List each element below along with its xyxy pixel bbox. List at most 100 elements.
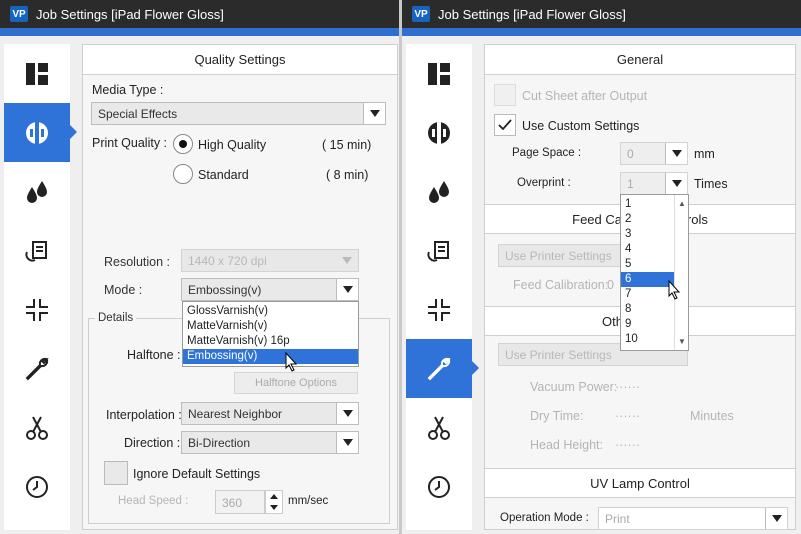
overprint-label: Overprint : bbox=[517, 177, 571, 189]
layout-icon bbox=[26, 62, 48, 85]
operation-mode-value: Print bbox=[605, 511, 630, 526]
dry-time-value: ······ bbox=[615, 409, 640, 423]
head-speed-stepper[interactable] bbox=[265, 490, 283, 514]
standard-label: Standard bbox=[198, 168, 249, 182]
app-logo-icon: VP bbox=[10, 6, 28, 22]
arrow-up-icon bbox=[270, 494, 278, 499]
scissors-icon bbox=[26, 416, 48, 440]
interpolation-value: Nearest Neighbor bbox=[188, 406, 283, 421]
nav-scale[interactable] bbox=[4, 280, 70, 339]
scale-icon bbox=[428, 298, 450, 321]
standard-time: ( 8 min) bbox=[326, 168, 369, 182]
use-custom-checkbox[interactable] bbox=[494, 114, 516, 136]
mode-option[interactable]: MatteVarnish(v) bbox=[183, 319, 358, 334]
nav-layout[interactable] bbox=[4, 44, 70, 103]
dry-time-label: Dry Time: bbox=[530, 409, 584, 423]
feed-use-printer-value: Use Printer Settings bbox=[505, 248, 612, 263]
feed-section-title-right: rols bbox=[686, 211, 708, 227]
arrow-down-icon bbox=[270, 505, 278, 510]
media-type-label: Media Type : bbox=[92, 83, 164, 97]
direction-select[interactable]: Bi-Direction bbox=[181, 431, 359, 454]
head-height-label: Head Height: bbox=[530, 438, 603, 452]
title-bar: VP Job Settings [iPad Flower Gloss] bbox=[402, 0, 801, 28]
scissors-icon bbox=[428, 416, 450, 440]
interpolation-label: Interpolation : bbox=[106, 408, 182, 422]
nav-schedule[interactable] bbox=[4, 457, 70, 516]
interpolation-select[interactable]: Nearest Neighbor bbox=[181, 402, 359, 425]
mouse-cursor-icon bbox=[285, 352, 298, 372]
nav-cut[interactable] bbox=[4, 398, 70, 457]
overprint-select[interactable]: 1 bbox=[620, 172, 688, 195]
ignore-default-label: Ignore Default Settings bbox=[133, 467, 261, 481]
head-speed-label: Head Speed : bbox=[118, 495, 189, 507]
dry-time-unit: Minutes bbox=[690, 409, 734, 423]
accent-bar bbox=[0, 28, 399, 36]
mode-option[interactable]: MatteVarnish(v) 16p bbox=[183, 334, 358, 349]
page-space-label: Page Space : bbox=[512, 147, 582, 159]
wrench-icon bbox=[25, 357, 49, 380]
resolution-label: Resolution : bbox=[104, 255, 171, 269]
direction-label: Direction : bbox=[124, 436, 181, 450]
accent-bar bbox=[402, 28, 801, 36]
window-title: Job Settings [iPad Flower Gloss] bbox=[438, 6, 626, 22]
page-space-select[interactable]: 0 bbox=[620, 142, 688, 165]
nav-maintenance[interactable] bbox=[4, 339, 70, 398]
cut-sheet-checkbox[interactable] bbox=[494, 84, 516, 106]
nav-quality[interactable] bbox=[4, 103, 77, 162]
head-speed-input[interactable]: 360 bbox=[215, 490, 265, 514]
nav-ink[interactable] bbox=[406, 162, 472, 221]
mode-option[interactable]: GlossVarnish(v) bbox=[183, 304, 358, 319]
section-header-uv: UV Lamp Control bbox=[485, 468, 795, 498]
high-quality-time: ( 15 min) bbox=[322, 138, 372, 152]
mode-value: Embossing(v) bbox=[188, 282, 262, 297]
nav-media[interactable] bbox=[4, 221, 70, 280]
vacuum-power-label: Vacuum Power: bbox=[530, 380, 618, 394]
right-window: VP Job Settings [iPad Flower Gloss] Gene… bbox=[402, 0, 801, 534]
halftone-options-button[interactable]: Halftone Options bbox=[234, 372, 358, 394]
side-navigation bbox=[406, 44, 479, 530]
page-space-value: 0 bbox=[627, 146, 634, 161]
overprint-dropdown-menu: 1 2 3 4 5 6 7 8 9 10 ▲ ▼ bbox=[620, 194, 689, 351]
wrench-icon bbox=[427, 357, 451, 380]
operation-mode-label: Operation Mode : bbox=[500, 512, 589, 524]
ignore-default-checkbox[interactable] bbox=[104, 461, 128, 485]
nav-scale[interactable] bbox=[406, 280, 472, 339]
media-feed-icon bbox=[427, 240, 449, 262]
feed-calibration-label: Feed Calibration: bbox=[513, 278, 609, 292]
checkmark-icon bbox=[498, 119, 512, 131]
resolution-select[interactable]: 1440 x 720 dpi bbox=[181, 249, 359, 272]
halftone-label: Halftone : bbox=[127, 348, 181, 362]
nav-schedule[interactable] bbox=[406, 457, 472, 516]
quality-icon bbox=[26, 120, 48, 145]
nav-quality[interactable] bbox=[406, 103, 472, 162]
quality-icon bbox=[428, 120, 450, 145]
mode-option-selected[interactable]: Embossing(v) bbox=[183, 349, 358, 364]
feed-calibration-value: 0 bbox=[607, 278, 614, 292]
title-bar: VP Job Settings [iPad Flower Gloss] bbox=[0, 0, 399, 28]
direction-value: Bi-Direction bbox=[188, 435, 251, 450]
mode-select[interactable]: Embossing(v) bbox=[181, 278, 359, 301]
left-window: VP Job Settings [iPad Flower Gloss] Qual… bbox=[0, 0, 399, 534]
chevron-down-icon bbox=[336, 250, 358, 271]
feed-section-title-left: Feed Cal bbox=[572, 211, 625, 227]
nav-layout[interactable] bbox=[406, 44, 472, 103]
high-quality-label: High Quality bbox=[198, 138, 267, 152]
media-type-select[interactable]: Special Effects bbox=[91, 102, 386, 125]
head-height-value: ······ bbox=[615, 438, 640, 452]
media-type-value: Special Effects bbox=[98, 106, 178, 121]
high-quality-radio[interactable] bbox=[173, 134, 193, 154]
scroll-up-icon: ▲ bbox=[678, 199, 686, 208]
nav-cut[interactable] bbox=[406, 398, 472, 457]
nav-ink[interactable] bbox=[4, 162, 70, 221]
ink-drops-icon bbox=[27, 180, 47, 203]
section-header: Quality Settings bbox=[83, 45, 397, 75]
head-speed-value: 360 bbox=[222, 496, 243, 510]
mouse-cursor-icon bbox=[668, 280, 681, 300]
standard-radio[interactable] bbox=[173, 164, 193, 184]
menu-scrollbar[interactable]: ▲ ▼ bbox=[674, 195, 688, 350]
operation-mode-select[interactable]: Print bbox=[598, 507, 788, 530]
chevron-down-icon bbox=[665, 173, 687, 194]
chevron-down-icon bbox=[363, 103, 385, 124]
nav-media[interactable] bbox=[406, 221, 472, 280]
nav-maintenance[interactable] bbox=[406, 339, 479, 398]
